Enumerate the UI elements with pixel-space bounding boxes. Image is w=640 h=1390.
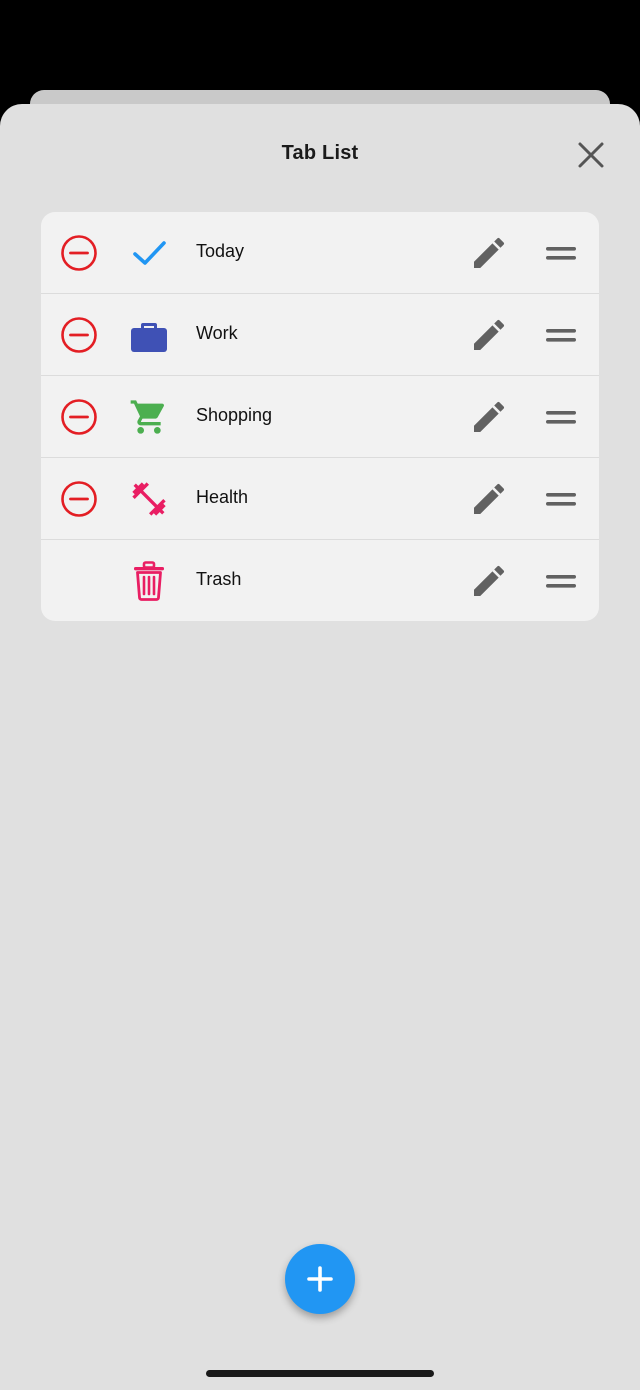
drag-handle-icon[interactable]	[543, 320, 579, 350]
minus-circle-icon[interactable]	[60, 316, 98, 354]
pencil-icon[interactable]	[469, 233, 509, 273]
trash-icon	[128, 560, 170, 602]
close-icon	[578, 142, 604, 168]
tab-label: Health	[196, 487, 249, 507]
dumbbell-icon	[128, 478, 170, 520]
pencil-icon[interactable]	[469, 479, 509, 519]
screen: Tab List Today Work Shopping Health Tras…	[0, 0, 640, 1390]
plus-icon	[307, 1266, 333, 1292]
pencil-icon[interactable]	[469, 397, 509, 437]
minus-circle-icon[interactable]	[60, 398, 98, 436]
tab-list-sheet: Tab List Today Work Shopping Health Tras…	[0, 104, 640, 1390]
tab-label: Work	[196, 323, 238, 343]
briefcase-icon	[128, 314, 170, 356]
tab-row-today[interactable]: Today	[41, 212, 599, 294]
home-indicator	[206, 1370, 434, 1377]
tab-label: Shopping	[196, 405, 273, 425]
tab-label: Today	[196, 241, 245, 261]
pencil-icon[interactable]	[469, 561, 509, 601]
minus-circle-icon[interactable]	[60, 234, 98, 272]
drag-handle-icon[interactable]	[543, 566, 579, 596]
tab-row-health[interactable]: Health	[41, 458, 599, 540]
add-tab-button[interactable]	[285, 1244, 355, 1314]
tab-row-trash[interactable]: Trash	[41, 540, 599, 621]
tab-row-work[interactable]: Work	[41, 294, 599, 376]
drag-handle-icon[interactable]	[543, 402, 579, 432]
check-icon	[128, 232, 170, 274]
sheet-title: Tab List	[281, 142, 359, 164]
tab-label: Trash	[196, 569, 242, 589]
pencil-icon[interactable]	[469, 315, 509, 355]
close-button[interactable]	[571, 135, 611, 175]
tab-list: Today Work Shopping Health Trash	[41, 212, 599, 621]
drag-handle-icon[interactable]	[543, 484, 579, 514]
tab-row-shopping[interactable]: Shopping	[41, 376, 599, 458]
minus-circle-icon[interactable]	[60, 480, 98, 518]
drag-handle-icon[interactable]	[543, 238, 579, 268]
cart-icon	[128, 396, 170, 438]
